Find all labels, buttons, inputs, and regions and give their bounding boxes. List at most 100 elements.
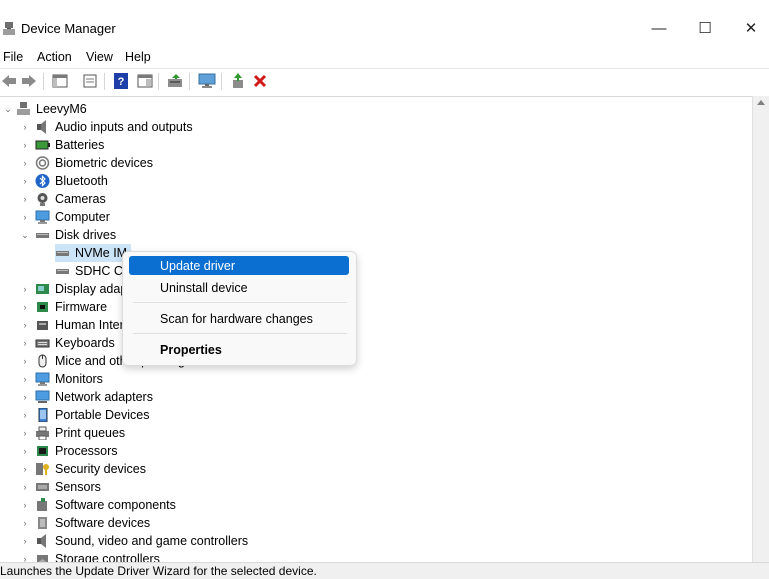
update-driver-icon — [168, 74, 182, 87]
chevron-right-icon[interactable]: › — [20, 374, 30, 384]
menu-item-update-driver[interactable]: Update driver — [129, 256, 349, 275]
view-button[interactable] — [136, 73, 154, 89]
monitor-icon — [35, 210, 50, 224]
tree-category[interactable]: › Batteries — [20, 136, 105, 154]
chevron-right-icon[interactable]: › — [20, 428, 30, 438]
tree-category[interactable]: › Bluetooth — [20, 172, 108, 190]
tree-category[interactable]: › Processors — [20, 442, 118, 460]
chevron-right-icon[interactable]: › — [20, 410, 30, 420]
tree-root-label: LeevyM6 — [36, 102, 87, 116]
tree-category[interactable]: › Computer — [20, 208, 110, 226]
chevron-right-icon[interactable]: › — [20, 392, 30, 402]
tree-category[interactable]: › Print queues — [20, 424, 125, 442]
scroll-up-arrow-icon[interactable] — [757, 100, 765, 105]
tree-category-label: Print queues — [55, 426, 126, 440]
processor-icon — [37, 446, 48, 456]
chevron-right-icon[interactable]: › — [20, 356, 30, 366]
menu-file[interactable]: File — [3, 50, 23, 64]
tree-category[interactable]: › Software components — [20, 496, 176, 514]
toolbar-separator — [189, 73, 190, 90]
fingerprint-icon — [35, 156, 50, 170]
tree-root[interactable]: ⌄ LeevyM6 — [0, 100, 87, 118]
vertical-scrollbar[interactable] — [752, 96, 769, 562]
maximize-button[interactable]: ☐ — [682, 10, 728, 46]
tree-category-label: Keyboards — [55, 336, 115, 350]
tree-category-label: Software devices — [55, 516, 151, 530]
tree-device[interactable]: SDHC Ca — [55, 262, 130, 280]
menu-view[interactable]: View — [86, 50, 113, 64]
chevron-right-icon[interactable]: › — [20, 176, 30, 186]
menu-item-properties[interactable]: Properties — [129, 340, 349, 359]
chevron-right-icon[interactable]: › — [20, 482, 30, 492]
tree-category[interactable]: › Portable Devices — [20, 406, 150, 424]
chevron-right-icon[interactable]: › — [20, 140, 30, 150]
tree-category[interactable]: › Audio inputs and outputs — [20, 118, 193, 136]
tree-category[interactable]: › Software devices — [20, 514, 151, 532]
chevron-right-icon[interactable]: › — [20, 212, 30, 222]
close-button[interactable]: ✕ — [728, 10, 769, 46]
chevron-right-icon[interactable]: › — [20, 500, 30, 510]
svg-text:?: ? — [118, 76, 125, 88]
tree-category[interactable]: › Biometric devices — [20, 154, 153, 172]
tree-category-label: Bluetooth — [55, 174, 108, 188]
show-hide-tree-button[interactable] — [51, 73, 69, 89]
tree-device-selected[interactable]: NVMe IM — [55, 244, 132, 262]
help-button[interactable]: ? — [112, 73, 130, 89]
toolbar: ? — [0, 68, 769, 93]
chevron-right-icon[interactable]: › — [20, 158, 30, 168]
menu-action[interactable]: Action — [37, 50, 72, 64]
device-tree[interactable]: ⌄ LeevyM6 › Audio inputs and outputs › Batt… — [0, 96, 752, 563]
scan-hardware-button[interactable] — [198, 73, 216, 89]
tree-category[interactable]: › Network adapters — [20, 388, 153, 406]
tree-category[interactable]: › Cameras — [20, 190, 106, 208]
tree-category-label: Computer — [55, 210, 110, 224]
chevron-right-icon[interactable]: › — [20, 122, 30, 132]
tree-device-label: NVMe IM — [75, 246, 128, 260]
chevron-down-icon[interactable]: ⌄ — [3, 104, 13, 114]
software-device-icon — [38, 517, 47, 529]
mouse-icon — [38, 354, 47, 368]
chevron-down-icon[interactable]: ⌄ — [20, 230, 30, 240]
status-bar: Launches the Update Driver Wizard for th… — [0, 562, 769, 579]
back-button[interactable] — [0, 73, 18, 89]
help-icon: ? — [114, 73, 128, 89]
tree-category[interactable]: › Sensors — [20, 478, 101, 496]
menu-separator — [133, 302, 347, 303]
tree-category[interactable]: › Security devices — [20, 460, 147, 478]
menu-help[interactable]: Help — [125, 50, 151, 64]
forward-arrow-icon — [22, 75, 36, 87]
tree-category[interactable]: › Sound, video and game controllers — [20, 532, 248, 550]
chevron-right-icon[interactable]: › — [20, 518, 30, 528]
tree-category[interactable]: › Human Inter — [20, 316, 124, 334]
chevron-right-icon[interactable]: › — [20, 302, 30, 312]
tree-category-label: Display adap — [55, 282, 128, 296]
tree-category[interactable]: › Firmware — [20, 298, 108, 316]
properties-button[interactable] — [81, 73, 99, 89]
chip-icon — [37, 302, 48, 312]
minimize-button[interactable]: — — [636, 10, 682, 46]
tree-category[interactable]: › Monitors — [20, 370, 103, 388]
menu-item-scan-hardware[interactable]: Scan for hardware changes — [129, 309, 349, 328]
maximize-icon: ☐ — [698, 20, 712, 37]
window-title: Device Manager — [21, 21, 116, 36]
tree-category[interactable]: ⌄ Disk drives — [20, 226, 116, 244]
chevron-right-icon[interactable]: › — [20, 320, 30, 330]
tree-category[interactable]: › Keyboards — [20, 334, 115, 352]
speaker-icon — [37, 534, 46, 548]
tree-category-label: Network adapters — [55, 390, 153, 404]
chevron-right-icon[interactable]: › — [20, 194, 30, 204]
chevron-right-icon[interactable]: › — [20, 338, 30, 348]
enable-device-button[interactable] — [229, 73, 247, 89]
hid-icon — [37, 321, 48, 330]
chevron-right-icon[interactable]: › — [20, 464, 30, 474]
uninstall-device-button[interactable] — [251, 73, 269, 89]
chevron-right-icon[interactable]: › — [20, 536, 30, 546]
update-driver-button[interactable] — [166, 73, 184, 89]
tree-category[interactable]: › Display adap — [20, 280, 128, 298]
menu-item-uninstall-device[interactable]: Uninstall device — [129, 278, 349, 297]
title-bar: Device Manager — ☐ ✕ — [0, 0, 769, 46]
chevron-right-icon[interactable]: › — [20, 446, 30, 456]
chevron-right-icon[interactable]: › — [20, 284, 30, 294]
properties-icon — [83, 74, 97, 88]
forward-button[interactable] — [20, 73, 38, 89]
